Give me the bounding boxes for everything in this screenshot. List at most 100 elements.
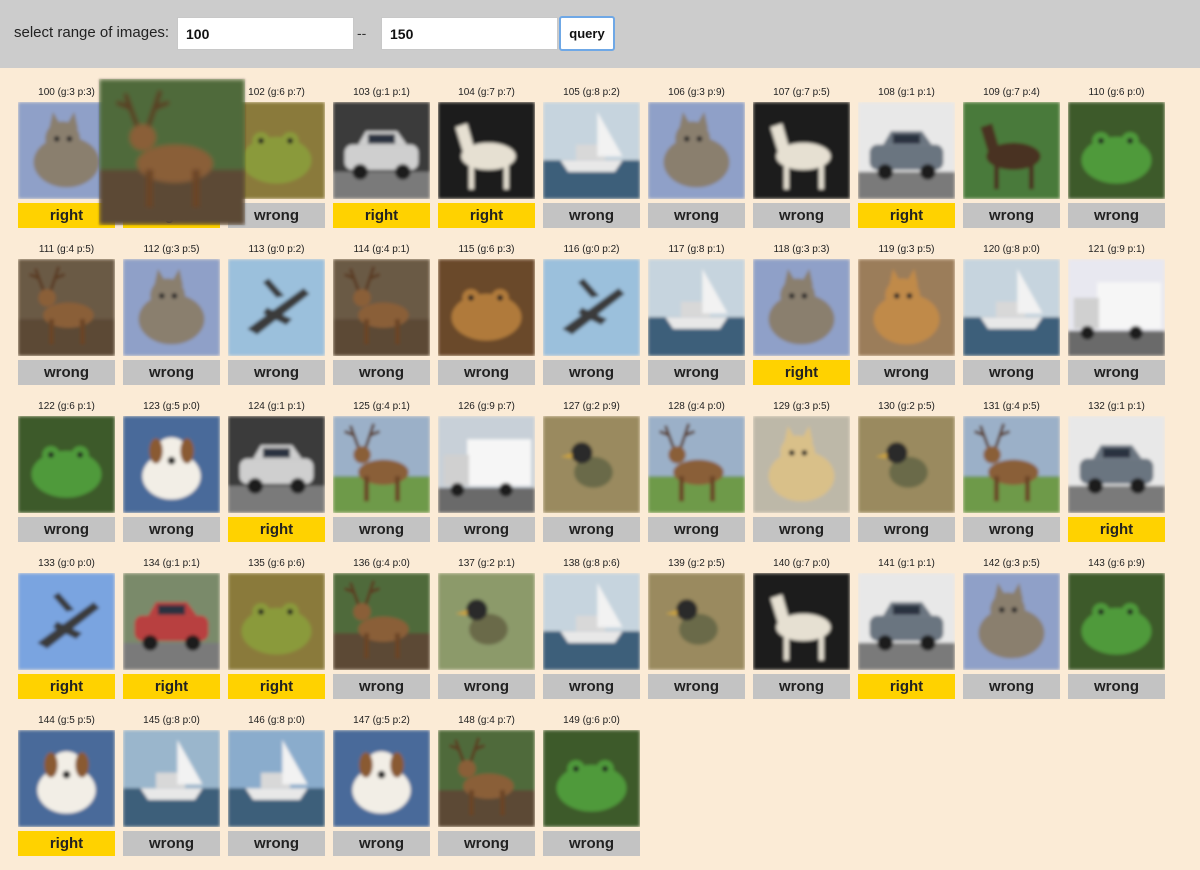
image-thumbnail[interactable]: [18, 259, 115, 356]
image-thumbnail[interactable]: [753, 573, 850, 670]
image-card[interactable]: 127 (g:2 p:9) wrong: [543, 400, 640, 542]
image-card[interactable]: 144 (g:5 p:5) right: [18, 714, 115, 856]
image-card[interactable]: 138 (g:8 p:6) wrong: [543, 557, 640, 699]
image-card[interactable]: 142 (g:3 p:5) wrong: [963, 557, 1060, 699]
image-card[interactable]: 118 (g:3 p:3) right: [753, 243, 850, 385]
image-thumbnail[interactable]: [333, 416, 430, 513]
image-card[interactable]: 113 (g:0 p:2) wrong: [228, 243, 325, 385]
image-card[interactable]: 108 (g:1 p:1) right: [858, 86, 955, 228]
image-thumbnail[interactable]: [228, 259, 325, 356]
image-thumbnail[interactable]: [963, 573, 1060, 670]
image-card[interactable]: 104 (g:7 p:7) right: [438, 86, 535, 228]
image-thumbnail[interactable]: [543, 416, 640, 513]
image-thumbnail[interactable]: [123, 730, 220, 827]
image-thumbnail[interactable]: [228, 416, 325, 513]
image-thumbnail[interactable]: [648, 573, 745, 670]
image-thumbnail[interactable]: [438, 259, 535, 356]
image-card[interactable]: 128 (g:4 p:0) wrong: [648, 400, 745, 542]
image-thumbnail[interactable]: [753, 416, 850, 513]
image-card[interactable]: 137 (g:2 p:1) wrong: [438, 557, 535, 699]
image-thumbnail[interactable]: [858, 416, 955, 513]
image-card[interactable]: 110 (g:6 p:0) wrong: [1068, 86, 1165, 228]
image-thumbnail[interactable]: [18, 730, 115, 827]
image-thumbnail[interactable]: [543, 730, 640, 827]
image-card[interactable]: 114 (g:4 p:1) wrong: [333, 243, 430, 385]
image-card[interactable]: 135 (g:6 p:6) right: [228, 557, 325, 699]
image-card[interactable]: 146 (g:8 p:0) wrong: [228, 714, 325, 856]
image-thumbnail[interactable]: [543, 259, 640, 356]
image-card[interactable]: 121 (g:9 p:1) wrong: [1068, 243, 1165, 385]
image-thumbnail[interactable]: [1068, 102, 1165, 199]
image-card[interactable]: 145 (g:8 p:0) wrong: [123, 714, 220, 856]
image-thumbnail[interactable]: [438, 102, 535, 199]
image-card[interactable]: 120 (g:8 p:0) wrong: [963, 243, 1060, 385]
image-thumbnail[interactable]: [123, 259, 220, 356]
image-card[interactable]: 112 (g:3 p:5) wrong: [123, 243, 220, 385]
image-thumbnail[interactable]: [123, 573, 220, 670]
image-caption: 127 (g:2 p:9): [563, 401, 620, 412]
image-thumbnail[interactable]: [753, 259, 850, 356]
image-card[interactable]: 107 (g:7 p:5) wrong: [753, 86, 850, 228]
image-card[interactable]: 116 (g:0 p:2) wrong: [543, 243, 640, 385]
image-card[interactable]: 105 (g:8 p:2) wrong: [543, 86, 640, 228]
image-thumbnail[interactable]: [858, 259, 955, 356]
image-thumbnail[interactable]: [963, 416, 1060, 513]
image-caption: 137 (g:2 p:1): [458, 558, 515, 569]
image-card[interactable]: 129 (g:3 p:5) wrong: [753, 400, 850, 542]
image-thumbnail[interactable]: [18, 573, 115, 670]
image-thumbnail[interactable]: [333, 259, 430, 356]
image-card[interactable]: 131 (g:4 p:5) wrong: [963, 400, 1060, 542]
image-thumbnail[interactable]: [543, 573, 640, 670]
image-thumbnail[interactable]: [438, 573, 535, 670]
image-card[interactable]: 134 (g:1 p:1) right: [123, 557, 220, 699]
image-card[interactable]: 148 (g:4 p:7) wrong: [438, 714, 535, 856]
image-thumbnail[interactable]: [648, 259, 745, 356]
image-thumbnail[interactable]: [543, 102, 640, 199]
image-card[interactable]: 126 (g:9 p:7) wrong: [438, 400, 535, 542]
image-card[interactable]: 106 (g:3 p:9) wrong: [648, 86, 745, 228]
image-card[interactable]: 141 (g:1 p:1) right: [858, 557, 955, 699]
image-thumbnail[interactable]: [333, 102, 430, 199]
image-thumbnail[interactable]: [753, 102, 850, 199]
image-thumbnail[interactable]: [438, 416, 535, 513]
image-card[interactable]: 132 (g:1 p:1) right: [1068, 400, 1165, 542]
image-card[interactable]: 124 (g:1 p:1) right: [228, 400, 325, 542]
image-thumbnail[interactable]: [18, 416, 115, 513]
image-card[interactable]: 147 (g:5 p:2) wrong: [333, 714, 430, 856]
image-thumbnail[interactable]: [123, 416, 220, 513]
image-thumbnail[interactable]: [1068, 573, 1165, 670]
result-badge-wrong: wrong: [963, 517, 1060, 542]
image-thumbnail[interactable]: [228, 573, 325, 670]
result-badge-wrong: wrong: [543, 203, 640, 228]
image-thumbnail[interactable]: [963, 259, 1060, 356]
image-thumbnail[interactable]: [963, 102, 1060, 199]
image-card[interactable]: 130 (g:2 p:5) wrong: [858, 400, 955, 542]
image-card[interactable]: 143 (g:6 p:9) wrong: [1068, 557, 1165, 699]
image-card[interactable]: 133 (g:0 p:0) right: [18, 557, 115, 699]
image-thumbnail[interactable]: [333, 573, 430, 670]
image-card[interactable]: 140 (g:7 p:0) wrong: [753, 557, 850, 699]
image-thumbnail[interactable]: [858, 573, 955, 670]
image-thumbnail[interactable]: [228, 730, 325, 827]
image-card[interactable]: 117 (g:8 p:1) wrong: [648, 243, 745, 385]
image-thumbnail[interactable]: [858, 102, 955, 199]
image-card[interactable]: 109 (g:7 p:4) wrong: [963, 86, 1060, 228]
image-card[interactable]: 123 (g:5 p:0) wrong: [123, 400, 220, 542]
image-caption: 104 (g:7 p:7): [458, 87, 515, 98]
image-card[interactable]: 103 (g:1 p:1) right: [333, 86, 430, 228]
image-card[interactable]: 149 (g:6 p:0) wrong: [543, 714, 640, 856]
result-badge-wrong: wrong: [438, 831, 535, 856]
image-card[interactable]: 125 (g:4 p:1) wrong: [333, 400, 430, 542]
image-thumbnail[interactable]: [333, 730, 430, 827]
image-thumbnail[interactable]: [1068, 416, 1165, 513]
image-thumbnail[interactable]: [648, 416, 745, 513]
image-card[interactable]: 115 (g:6 p:3) wrong: [438, 243, 535, 385]
image-card[interactable]: 136 (g:4 p:0) wrong: [333, 557, 430, 699]
image-card[interactable]: 111 (g:4 p:5) wrong: [18, 243, 115, 385]
image-thumbnail[interactable]: [1068, 259, 1165, 356]
image-thumbnail[interactable]: [648, 102, 745, 199]
image-card[interactable]: 139 (g:2 p:5) wrong: [648, 557, 745, 699]
image-card[interactable]: 122 (g:6 p:1) wrong: [18, 400, 115, 542]
image-card[interactable]: 119 (g:3 p:5) wrong: [858, 243, 955, 385]
image-thumbnail[interactable]: [438, 730, 535, 827]
